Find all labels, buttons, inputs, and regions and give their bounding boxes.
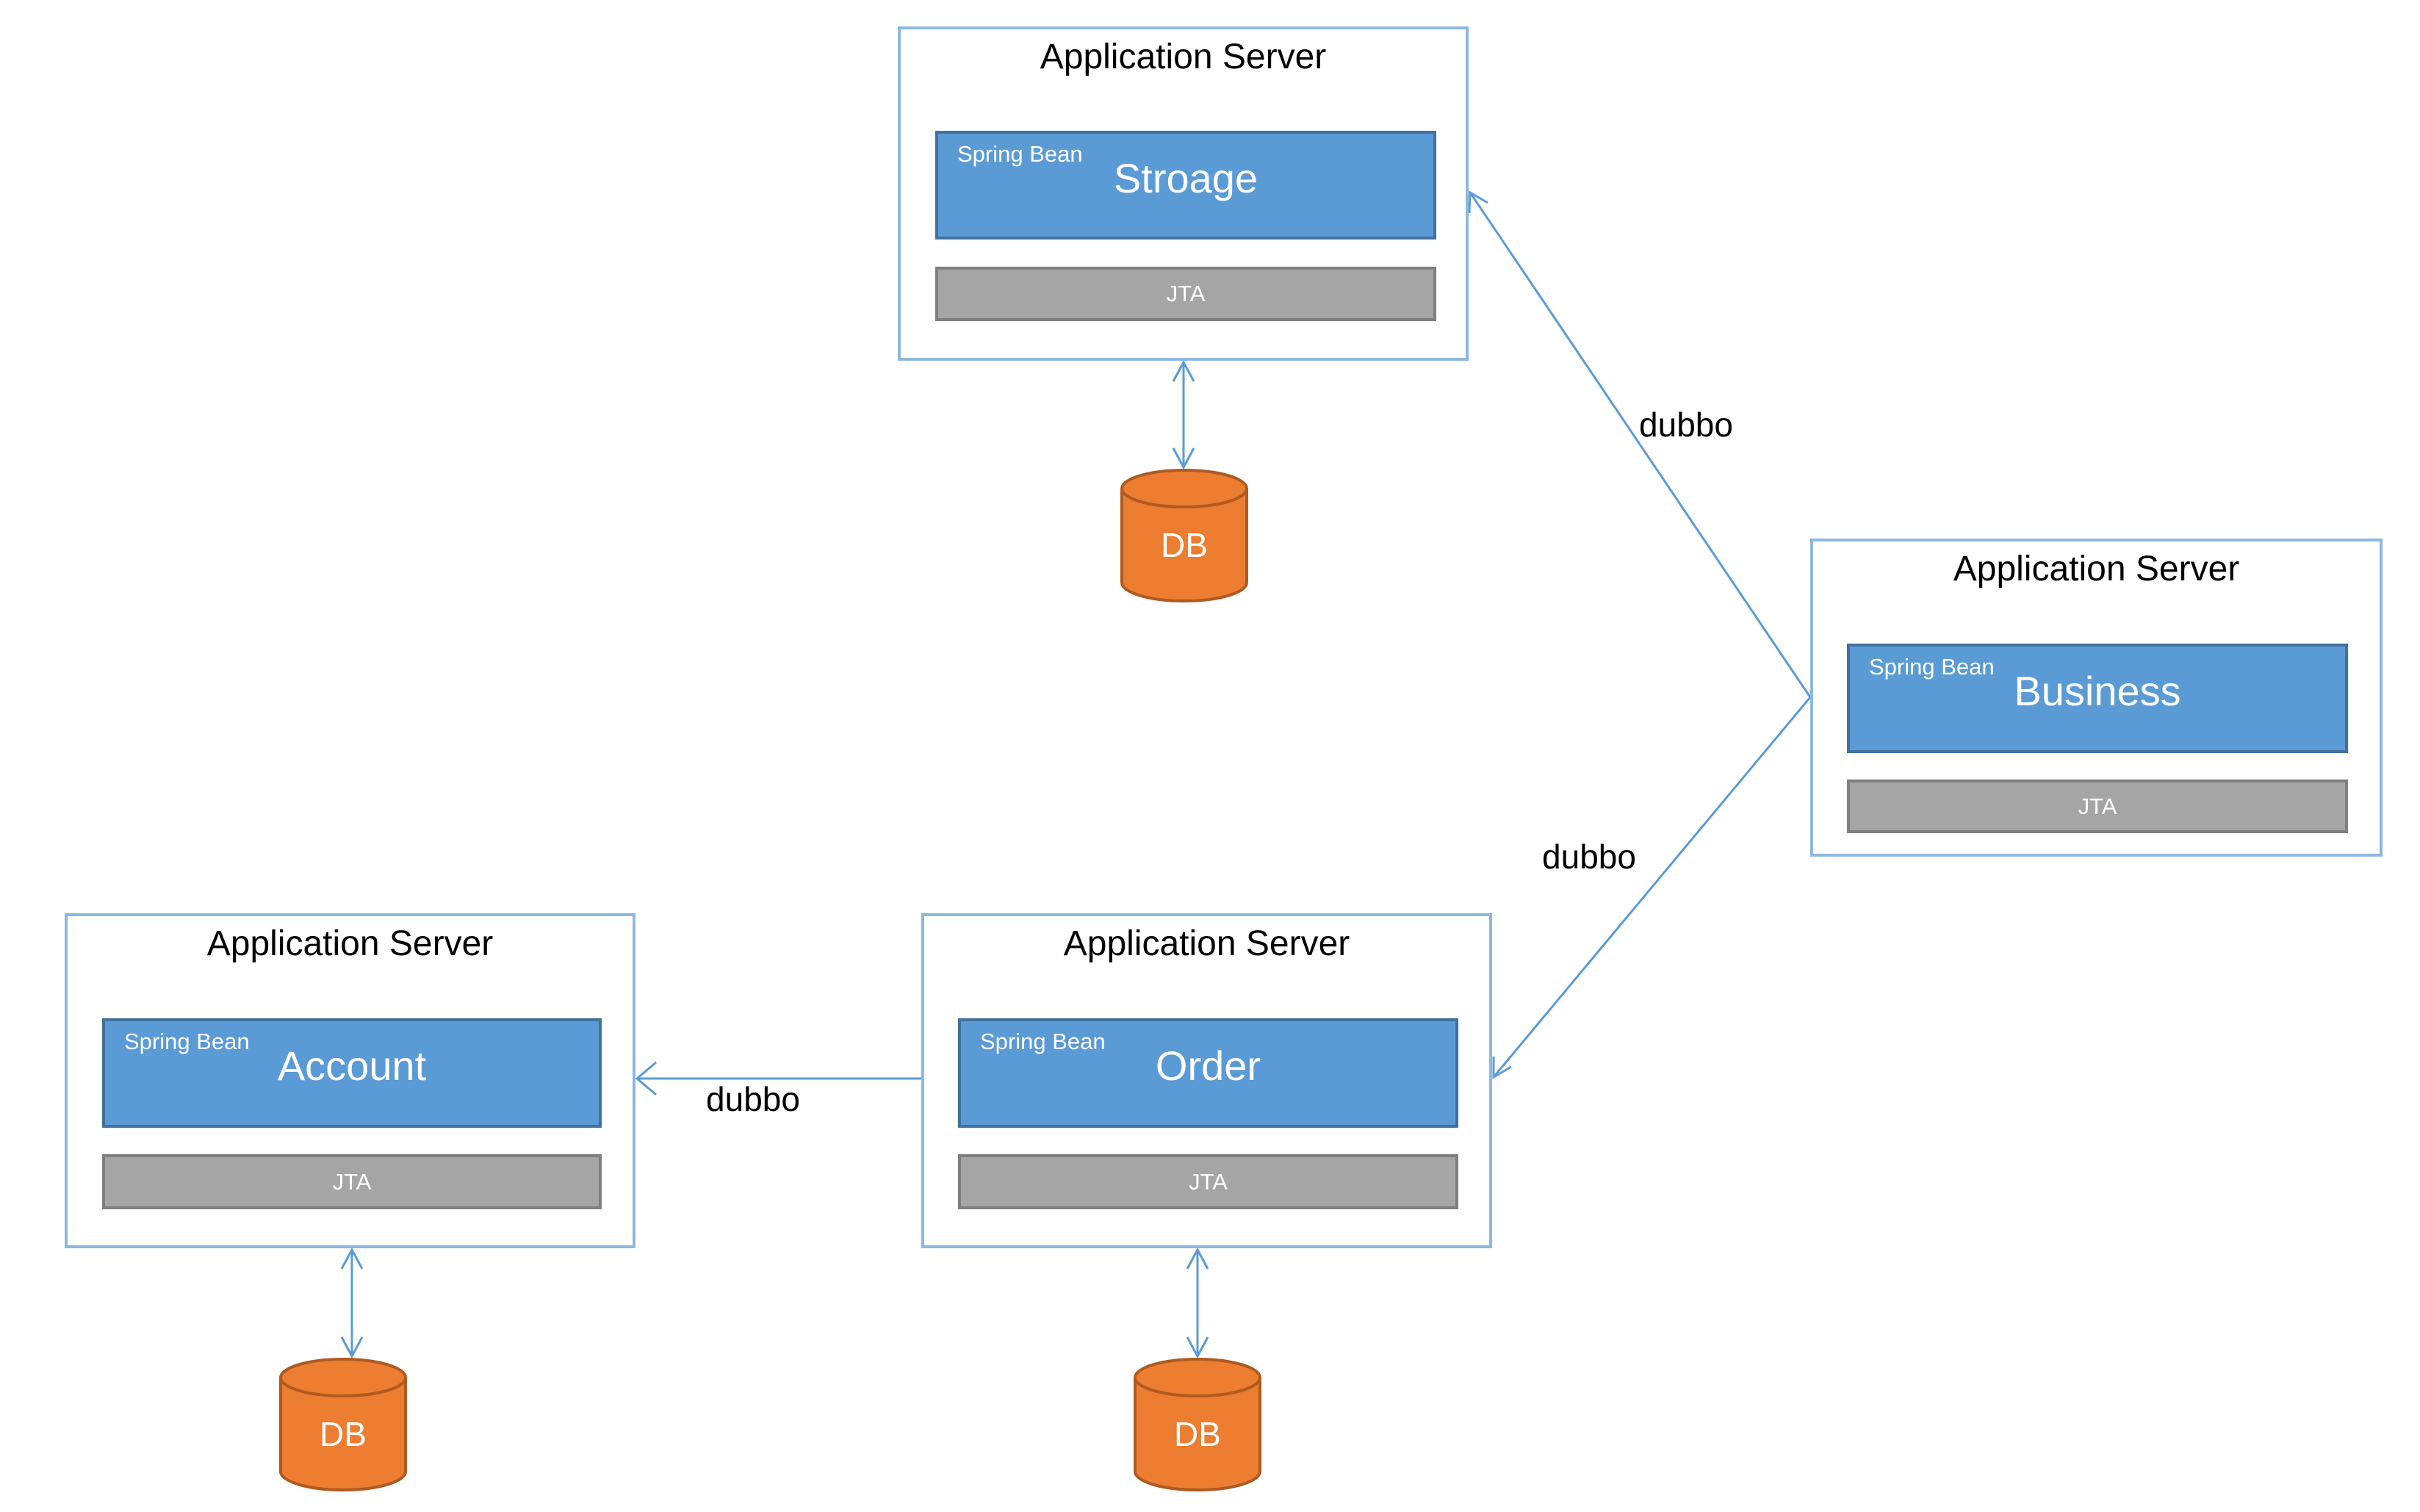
dubbo-label-order-account: dubbo (706, 1080, 800, 1118)
storage-db: DB (1120, 468, 1249, 603)
order-jta: JTA (958, 1154, 1458, 1209)
bean-name: Order (1155, 1043, 1261, 1089)
db-label: DB (1174, 1415, 1221, 1453)
server-title: Application Server (1040, 37, 1327, 76)
db-label: DB (1161, 526, 1208, 564)
server-title: Application Server (1063, 924, 1350, 963)
account-spring-bean: Spring Bean Account (102, 1018, 602, 1128)
dubbo-arrow-business-order (1492, 696, 1812, 1078)
bean-name: Stroage (1113, 155, 1258, 201)
business-jta: JTA (1847, 780, 2348, 833)
storage-jta: JTA (935, 267, 1436, 321)
bean-name: Business (2014, 668, 2181, 714)
bean-name: Account (277, 1043, 427, 1089)
business-spring-bean: Spring Bean Business (1847, 644, 2348, 753)
order-spring-bean: Spring Bean Order (958, 1018, 1458, 1128)
account-db: DB (278, 1357, 408, 1492)
account-jta: JTA (102, 1154, 602, 1209)
dubbo-label-business-order: dubbo (1542, 838, 1636, 876)
storage-spring-bean: Spring Bean Stroage (935, 131, 1436, 240)
order-db: DB (1133, 1357, 1262, 1492)
server-title: Application Server (206, 924, 494, 963)
db-label: DB (320, 1415, 367, 1453)
dubbo-label-business-storage: dubbo (1639, 406, 1733, 444)
dubbo-arrow-business-storage (1469, 192, 1812, 698)
server-title: Application Server (1953, 550, 2240, 588)
